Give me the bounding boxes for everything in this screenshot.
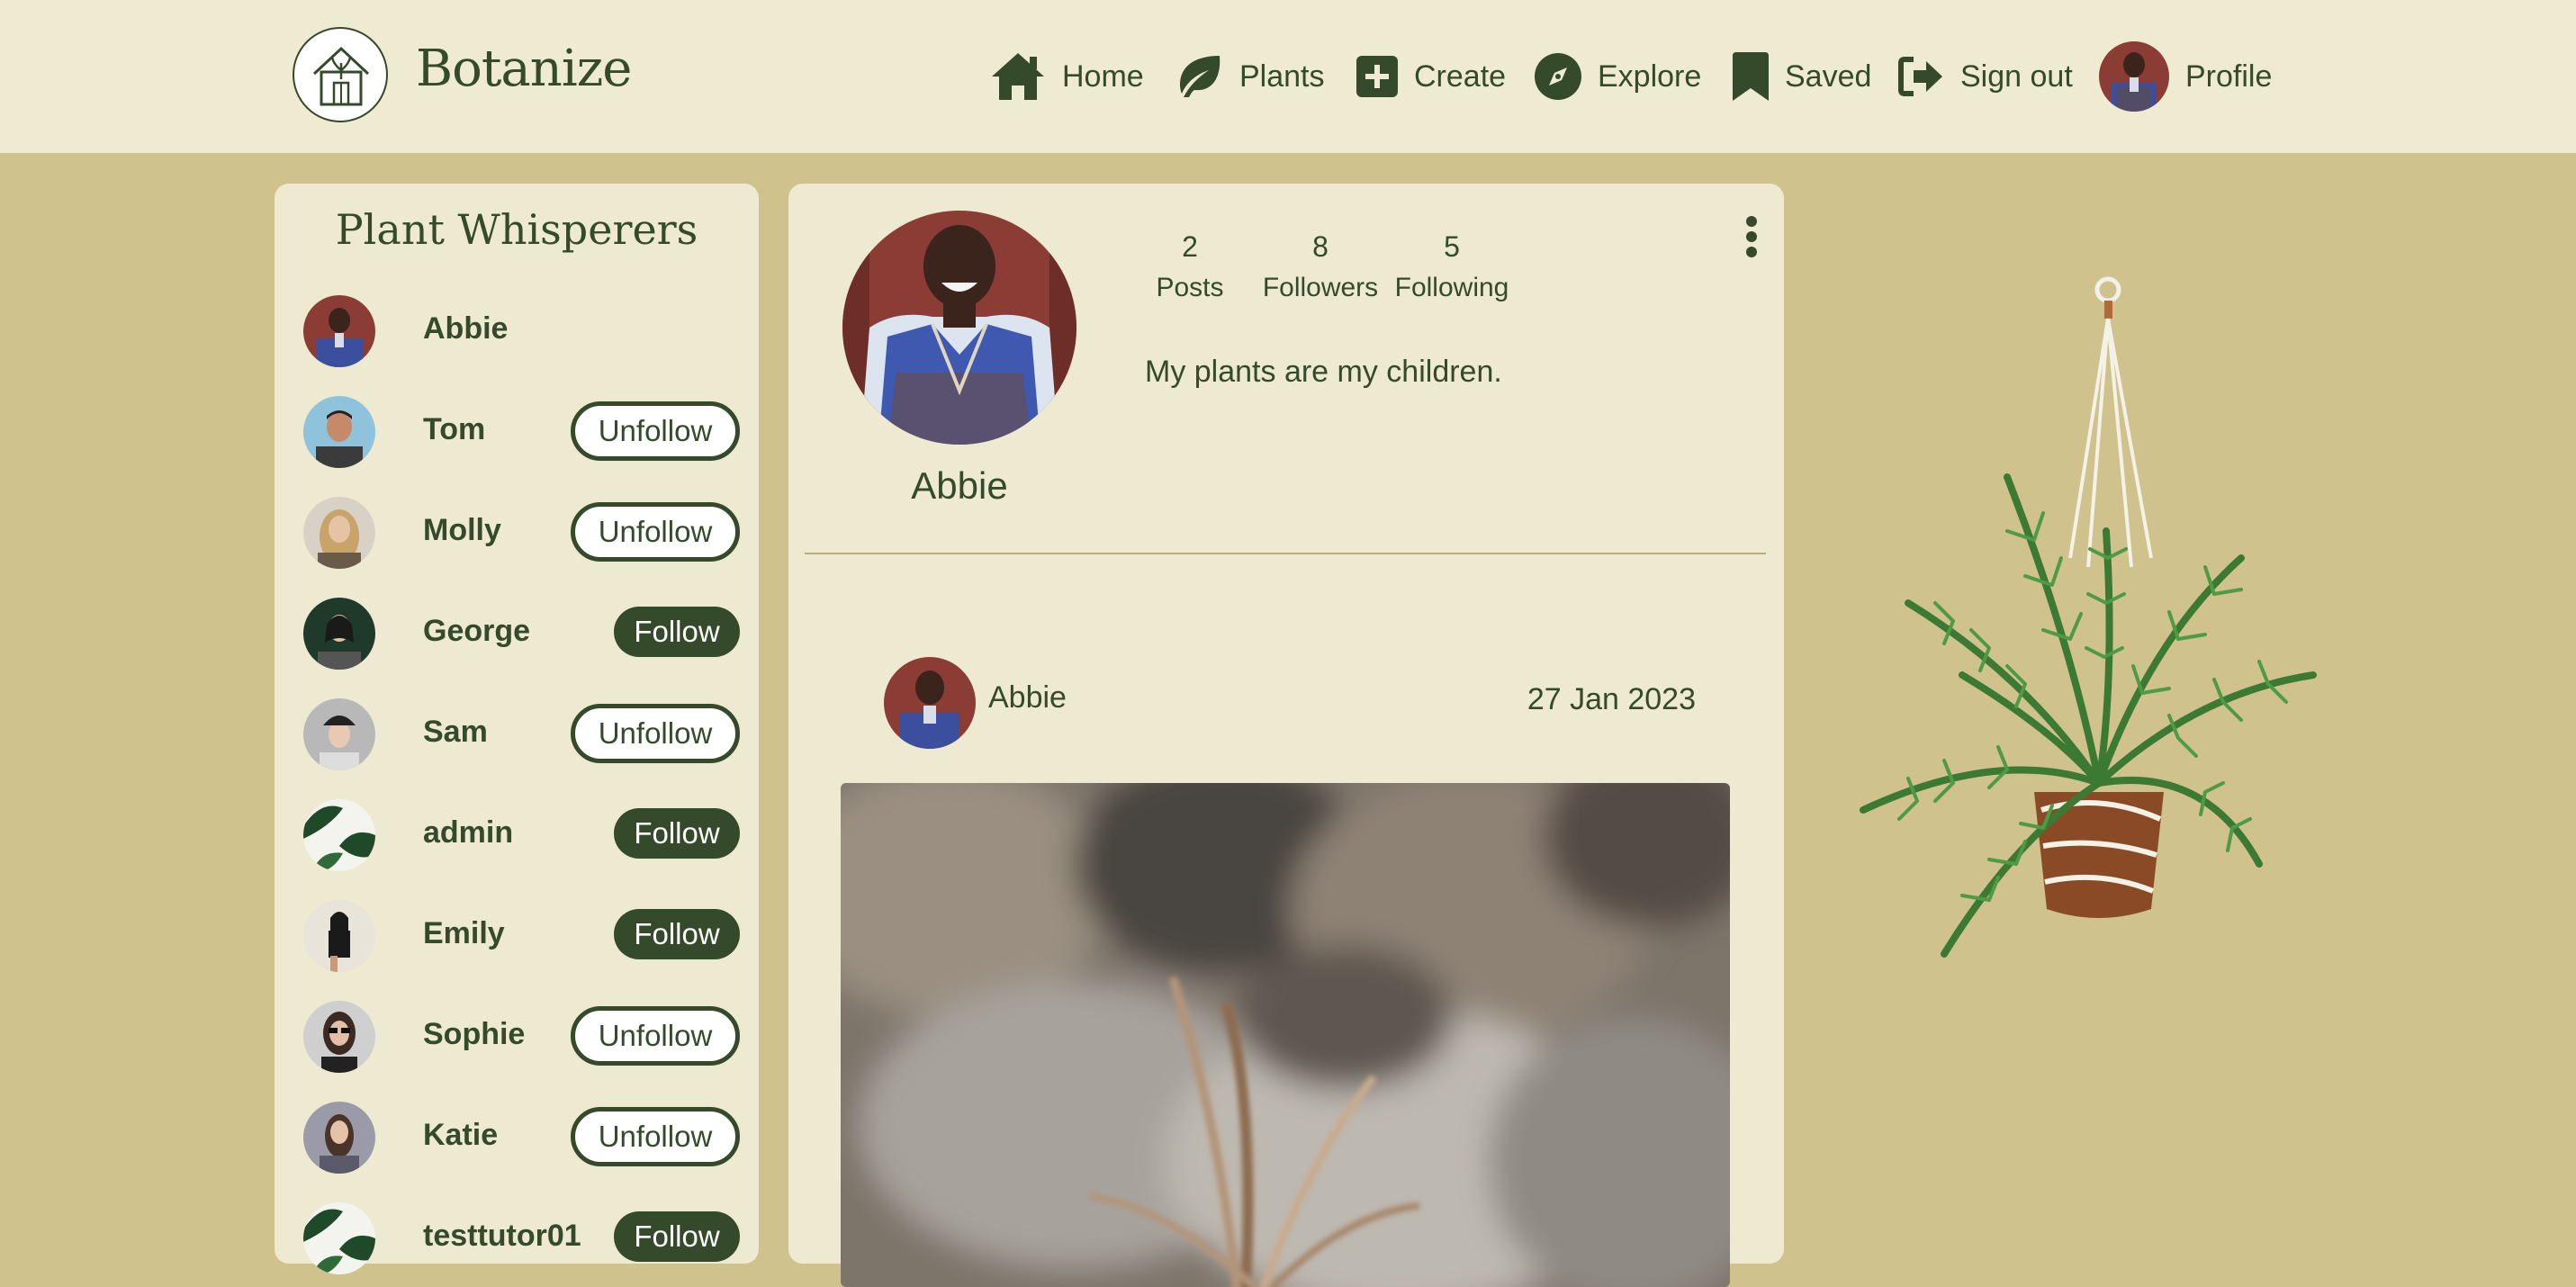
user-row-emily[interactable]: Emily Follow: [299, 896, 740, 972]
profile-bio: My plants are my children.: [1145, 355, 1502, 389]
hanging-plant-illustration: [1845, 261, 2331, 981]
avatar: [2099, 41, 2169, 112]
more-options-icon[interactable]: [1743, 216, 1761, 259]
follow-button[interactable]: Follow: [614, 909, 740, 959]
user-row-tom[interactable]: Tom Unfollow: [299, 392, 740, 468]
nav-saved[interactable]: Saved: [1733, 36, 1871, 117]
plant-whisperers-panel: Plant Whisperers Abbie Tom Unfollow Moll…: [275, 184, 759, 1274]
user-name[interactable]: Molly: [423, 513, 501, 548]
profile-panel: Abbie 2 Posts 8 Followers 5 Following My…: [788, 184, 1784, 1287]
user-name[interactable]: testtutor01: [423, 1219, 581, 1254]
profile-avatar: [842, 211, 1076, 445]
nav-plants-label: Plants: [1239, 58, 1325, 94]
stat-label: Followers: [1262, 273, 1379, 302]
user-row-molly[interactable]: Molly Unfollow: [299, 493, 740, 569]
stat-value: 5: [1444, 230, 1460, 263]
avatar: [303, 396, 375, 468]
user-name[interactable]: George: [423, 614, 530, 649]
avatar: [303, 1102, 375, 1174]
stat-following[interactable]: 5 Following: [1393, 230, 1510, 303]
logo[interactable]: [293, 27, 388, 122]
nav-sign-out[interactable]: Sign out: [1897, 36, 2073, 117]
nav-home-label: Home: [1062, 58, 1144, 94]
avatar: [303, 799, 375, 871]
nav-explore-label: Explore: [1598, 58, 1702, 94]
profile-name: Abbie: [911, 464, 1008, 507]
user-row-testtutor01[interactable]: testtutor01 Follow: [299, 1199, 740, 1274]
unfollow-button[interactable]: Unfollow: [571, 1006, 740, 1066]
user-name[interactable]: Emily: [423, 916, 505, 951]
home-icon: [992, 53, 1044, 100]
nav-create[interactable]: Create: [1356, 36, 1506, 117]
unfollow-button[interactable]: Unfollow: [571, 704, 740, 763]
unfollow-button[interactable]: Unfollow: [571, 1107, 740, 1166]
avatar: [303, 698, 375, 770]
avatar: [303, 900, 375, 972]
unfollow-button[interactable]: Unfollow: [571, 401, 740, 461]
stat-label: Following: [1394, 273, 1509, 302]
nav-profile[interactable]: Profile: [2099, 36, 2272, 117]
user-name[interactable]: Sophie: [423, 1017, 525, 1052]
stat-label: Posts: [1156, 273, 1224, 302]
post-author-name[interactable]: Abbie: [988, 680, 1067, 716]
stat-value: 8: [1312, 230, 1329, 263]
post-date: 27 Jan 2023: [1527, 682, 1696, 716]
nav-create-label: Create: [1414, 58, 1507, 94]
user-row-sophie[interactable]: Sophie Unfollow: [299, 997, 740, 1073]
avatar: [303, 1202, 375, 1274]
nav-plants[interactable]: Plants: [1173, 36, 1325, 117]
avatar: [303, 295, 375, 367]
unfollow-button[interactable]: Unfollow: [571, 502, 740, 562]
nav-profile-label: Profile: [2185, 58, 2273, 94]
user-row-admin[interactable]: admin Follow: [299, 796, 740, 871]
nav-explore[interactable]: Explore: [1535, 36, 1701, 117]
nav-home[interactable]: Home: [990, 36, 1144, 117]
follow-button[interactable]: Follow: [614, 1211, 740, 1262]
user-row-sam[interactable]: Sam Unfollow: [299, 695, 740, 770]
leaf-icon: [1180, 56, 1220, 97]
user-name[interactable]: Katie: [423, 1118, 498, 1153]
post-image[interactable]: [841, 783, 1730, 1287]
plus-square-icon: [1356, 56, 1398, 97]
user-name[interactable]: Tom: [423, 412, 485, 447]
stat-value: 2: [1182, 230, 1198, 263]
user-name[interactable]: Sam: [423, 715, 488, 750]
panel-title: Plant Whisperers: [335, 205, 698, 254]
post-author-avatar[interactable]: [884, 657, 976, 749]
user-row-katie[interactable]: Katie Unfollow: [299, 1098, 740, 1174]
user-name[interactable]: Abbie: [423, 311, 508, 346]
avatar: [303, 1001, 375, 1073]
compass-icon: [1535, 53, 1581, 100]
avatar: [303, 497, 375, 569]
bookmark-icon: [1733, 52, 1769, 101]
stat-followers[interactable]: 8 Followers: [1262, 230, 1379, 303]
avatar: [303, 598, 375, 670]
user-row-abbie[interactable]: Abbie: [299, 292, 740, 367]
brand-name[interactable]: Botanize: [416, 40, 632, 98]
follow-button[interactable]: Follow: [614, 607, 740, 657]
nav-sign-out-label: Sign out: [1960, 58, 2073, 94]
user-name[interactable]: admin: [423, 815, 513, 850]
divider: [805, 553, 1766, 554]
nav-saved-label: Saved: [1785, 58, 1872, 94]
sign-out-icon: [1898, 57, 1942, 96]
house-plant-logo-icon: [312, 46, 370, 106]
follow-button[interactable]: Follow: [614, 808, 740, 859]
stat-posts[interactable]: 2 Posts: [1156, 230, 1224, 303]
user-row-george[interactable]: George Follow: [299, 594, 740, 670]
top-navbar: Botanize Home Plants Create Explore Save…: [0, 0, 2576, 153]
